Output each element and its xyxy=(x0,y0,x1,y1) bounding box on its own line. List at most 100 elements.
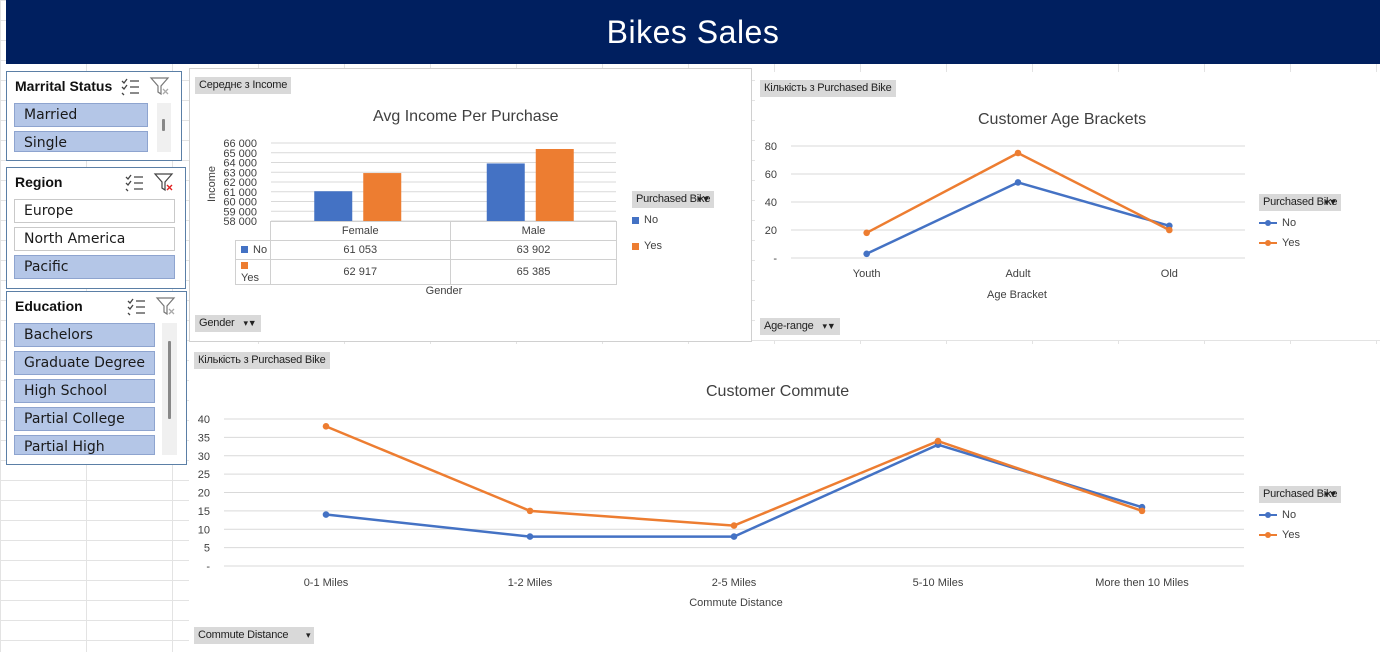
filter-dropdown-icon: ▾▼ xyxy=(822,321,836,331)
slicer-item-europe[interactable]: Europe xyxy=(14,199,175,223)
multi-select-icon[interactable] xyxy=(123,172,145,192)
data-point-no[interactable] xyxy=(730,533,738,540)
legend-label: No xyxy=(1282,509,1297,521)
slicer-education[interactable]: Education Bachelors Graduate Degree High… xyxy=(6,291,187,465)
income-chart-panel[interactable]: Середнє з Income Avg Income Per Purchase… xyxy=(189,68,752,342)
y-tick-label: 80 xyxy=(765,141,777,153)
table-cell: 63 902 xyxy=(450,240,617,260)
x-tick-label: Youth xyxy=(853,268,881,280)
table-cell: 61 053 xyxy=(269,240,451,260)
data-point-no[interactable] xyxy=(1014,179,1022,186)
axis-field-button[interactable]: Gender ▾▼ xyxy=(195,315,261,332)
bar-yes-female[interactable] xyxy=(363,173,402,221)
legend-swatch-no xyxy=(632,216,639,224)
data-point-yes[interactable] xyxy=(526,507,534,515)
filter-dropdown-icon: ▾ xyxy=(306,630,311,640)
axis-field-button[interactable]: Age-range ▾▼ xyxy=(760,318,840,335)
x-tick-label: 1-2 Miles xyxy=(508,577,553,589)
slicer-scrollbar[interactable] xyxy=(157,103,171,152)
y-tick-label: 25 xyxy=(198,469,210,481)
legend-swatch-yes xyxy=(632,242,639,250)
commute-chart-panel[interactable]: Кількість з Purchased Bike Customer Comm… xyxy=(189,344,1380,652)
slicer-marital-status[interactable]: Marrital Status Married Single xyxy=(6,71,182,161)
data-point-yes[interactable] xyxy=(730,522,738,529)
axis-field-button[interactable]: Commute Distance ▾ xyxy=(194,627,315,644)
legend-label: Yes xyxy=(1282,237,1300,249)
x-axis-label: Commute Distance xyxy=(689,597,783,609)
table-row-header-no: No xyxy=(235,240,271,260)
y-tick-label: 15 xyxy=(198,506,210,518)
legend-line-yes xyxy=(1259,530,1277,540)
chart-legend: Purchased Bike ▾▼ No Yes xyxy=(1259,486,1342,541)
x-axis-label: Age Bracket xyxy=(987,289,1047,301)
y-tick-label: 60 xyxy=(765,169,777,181)
clear-filter-icon[interactable] xyxy=(153,172,175,192)
data-point-no[interactable] xyxy=(322,511,330,518)
filter-dropdown-icon: ▾▼ xyxy=(697,194,711,204)
data-point-no[interactable] xyxy=(526,533,534,540)
bar-yes-male[interactable] xyxy=(535,148,574,221)
slicer-item-partial-high-school[interactable]: Partial High School xyxy=(14,435,155,455)
x-tick-label: 2-5 Miles xyxy=(712,577,757,589)
chart-legend: Purchased Bike ▾▼ No Yes xyxy=(1259,194,1342,249)
legend-line-no xyxy=(1259,510,1277,520)
bar-no-female[interactable] xyxy=(314,191,353,221)
filter-dropdown-icon: ▾▼ xyxy=(1324,489,1338,499)
data-point-no[interactable] xyxy=(863,250,870,258)
slicer-item-partial-college[interactable]: Partial College xyxy=(14,407,155,431)
bar-no-male[interactable] xyxy=(486,163,525,221)
slicer-scrollbar[interactable] xyxy=(162,323,177,455)
data-point-yes[interactable] xyxy=(322,423,330,430)
x-tick-label: 0-1 Miles xyxy=(304,577,349,589)
slicer-item-married[interactable]: Married xyxy=(14,103,148,127)
dashboard-banner: Bikes Sales xyxy=(6,0,1380,64)
slicer-title: Marrital Status xyxy=(15,78,113,94)
age-chart-panel[interactable]: Кількість з Purchased Bike Customer Age … xyxy=(755,72,1380,340)
clear-filter-icon[interactable] xyxy=(149,76,171,96)
data-point-yes[interactable] xyxy=(1138,507,1146,515)
category-label: Male xyxy=(450,221,617,241)
y-axis-label: Income xyxy=(206,166,218,202)
slicer-item-graduate-degree[interactable]: Graduate Degree xyxy=(14,351,155,375)
slicer-title: Region xyxy=(15,174,63,190)
table-cell: 62 917 xyxy=(269,259,451,285)
legend-field-button[interactable]: Purchased Bike ▾▼ xyxy=(1259,486,1342,503)
slicer-title: Education xyxy=(15,298,83,314)
chart-data-table: Female Male No 61 053 63 902 Yes 62 917 … xyxy=(235,221,617,285)
x-tick-label: More then 10 Miles xyxy=(1095,577,1189,589)
chart-legend: Purchased Bike ▾▼ No Yes xyxy=(632,191,715,252)
legend-label: Yes xyxy=(1282,529,1300,541)
legend-field-button[interactable]: Purchased Bike ▾▼ xyxy=(632,191,715,208)
x-tick-label: Old xyxy=(1161,268,1178,280)
slicer-region[interactable]: Region Europe North America Pacific xyxy=(6,167,186,289)
y-tick-label: 40 xyxy=(198,414,210,426)
category-label: Female xyxy=(269,221,451,241)
y-tick-label: 40 xyxy=(765,197,777,209)
slicer-item-north-america[interactable]: North America xyxy=(14,227,175,251)
page-title: Bikes Sales xyxy=(606,13,780,50)
x-tick-label: Adult xyxy=(1005,268,1030,280)
y-tick-label: 10 xyxy=(198,524,210,536)
legend-line-yes xyxy=(1259,238,1277,248)
x-tick-label: 5-10 Miles xyxy=(913,577,964,589)
data-point-yes[interactable] xyxy=(1014,149,1022,157)
legend-field-button[interactable]: Purchased Bike ▾▼ xyxy=(1259,194,1342,211)
data-point-yes[interactable] xyxy=(934,437,942,445)
commute-chart-svg: Commute Distance 40 35 30 25 20 15 10 5 - 0-1 Mil… xyxy=(198,414,1244,609)
clear-filter-icon[interactable] xyxy=(155,296,177,316)
data-point-yes[interactable] xyxy=(863,229,870,237)
multi-select-icon[interactable] xyxy=(125,296,147,316)
data-point-yes[interactable] xyxy=(1166,226,1173,234)
filter-dropdown-icon: ▾▼ xyxy=(243,318,257,328)
legend-label: No xyxy=(1282,217,1297,229)
y-tick-label: 5 xyxy=(204,543,210,555)
slicer-item-pacific[interactable]: Pacific xyxy=(14,255,175,279)
table-cell: 65 385 xyxy=(450,259,617,285)
slicer-item-single[interactable]: Single xyxy=(14,131,148,152)
multi-select-icon[interactable] xyxy=(119,76,141,96)
legend-line-no xyxy=(1259,218,1277,228)
slicer-item-bachelors[interactable]: Bachelors xyxy=(14,323,155,347)
slicer-item-high-school[interactable]: High School xyxy=(14,379,155,403)
filter-dropdown-icon: ▾▼ xyxy=(1324,197,1338,207)
legend-label: Yes xyxy=(644,240,662,252)
